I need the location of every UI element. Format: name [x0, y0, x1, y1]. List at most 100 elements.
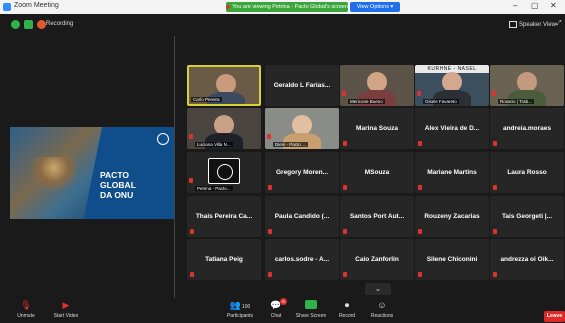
name-tile[interactable]: Laura Rosso [490, 152, 564, 193]
speaker-view-icon [509, 20, 517, 28]
participant-name: Alex Vieira de D... [424, 125, 480, 132]
reactions-label: Reactions [370, 313, 394, 319]
recording-icon [37, 20, 46, 29]
participant-name: Gisele Favareto [423, 99, 459, 104]
participant-name: Gregory Moren... [275, 169, 328, 176]
participant-name: carlos.sodre - A... [274, 256, 330, 263]
name-tile[interactable]: Silene Chiconini [415, 239, 489, 280]
muted-mic-icon [343, 141, 347, 146]
name-tile[interactable]: Mariane Martins [415, 152, 489, 193]
participant-name: Rosario | Trab... [498, 99, 534, 104]
un-assembly-photo [10, 127, 102, 219]
shared-screen-title-line: PACTO [100, 170, 129, 180]
panel-divider[interactable] [174, 36, 175, 298]
name-tile[interactable]: Thais Pereira Ca... [187, 196, 261, 237]
muted-mic-icon [343, 185, 347, 190]
name-tile[interactable]: Caio Zanforlin [340, 239, 414, 280]
minimize-button[interactable]: – [513, 1, 517, 10]
participant-name: Paula Candido (... [274, 213, 330, 220]
next-page-chevron-button[interactable]: ⌄ [365, 283, 391, 295]
video-tile[interactable]: Mericone Bueno [340, 65, 414, 106]
reactions-icon: ☺ [377, 300, 387, 310]
video-tile[interactable]: KURHNE - NASEL Gisele Favareto [415, 65, 489, 106]
meeting-info-icon[interactable] [11, 20, 20, 29]
muted-mic-icon [418, 229, 422, 234]
share-banner-text: You are viewing Petrina - Pacto Global's… [232, 4, 348, 10]
muted-mic-icon [493, 229, 497, 234]
participant-name: Mariane Martins [427, 169, 477, 176]
start-video-button[interactable]: ▶ Start Video [44, 300, 88, 322]
video-tile[interactable]: Carlo Pereira [187, 65, 261, 106]
view-options-label: View Options [356, 4, 389, 10]
muted-mic-icon [268, 229, 272, 234]
maximize-button[interactable]: ▢ [531, 1, 539, 10]
participant-name: Luciana Villa N... [195, 142, 233, 147]
participant-name: Dieni - Pacto ... [273, 142, 308, 147]
participant-name: Thais Pereira Ca... [195, 213, 253, 220]
participant-video [292, 115, 312, 135]
muted-mic-icon [493, 185, 497, 190]
muted-mic-icon [418, 272, 422, 277]
participant-video [517, 72, 537, 92]
close-button[interactable]: ✕ [550, 1, 557, 10]
muted-mic-icon [190, 272, 194, 277]
screen-share-banner: You are viewing Petrina - Pacto Global's… [226, 2, 348, 12]
participant-name: Marina Souza [356, 125, 398, 132]
participant-name: Laura Rosso [507, 169, 547, 176]
name-tile[interactable]: Paula Candido (... [265, 196, 339, 237]
participant-name: Carlo Pereira [191, 97, 222, 102]
name-tile[interactable]: Gregory Moren... [265, 152, 339, 193]
shared-screen-title: PACTO GLOBAL DA ONU [100, 170, 136, 200]
muted-mic-icon [418, 185, 422, 190]
name-tile[interactable]: Santos Port Aut... [340, 196, 414, 237]
muted-mic-icon [189, 134, 193, 139]
video-tile[interactable]: Petrina - Pacto... [187, 152, 261, 193]
meeting-status-bar: Recording Speaker View ⤢ [0, 14, 565, 36]
name-tile[interactable]: Marina Souza [340, 108, 414, 149]
name-tile[interactable]: MSouza [340, 152, 414, 193]
video-tile[interactable]: Rosario | Trab... [490, 65, 564, 106]
muted-mic-icon [418, 141, 422, 146]
name-tile[interactable]: carlos.sodre - A... [265, 239, 339, 280]
muted-mic-icon [343, 229, 347, 234]
participants-count: 100 [241, 304, 251, 310]
participant-video [367, 72, 387, 92]
video-tile[interactable]: Dieni - Pacto ... [265, 108, 339, 149]
speaker-view-label: Speaker View [519, 22, 556, 28]
video-tile[interactable]: Luciana Villa N... [187, 108, 261, 149]
participant-video [216, 74, 236, 94]
participant-name: Tais Georgeti |... [501, 213, 553, 220]
name-tile[interactable]: Geraldo L Farias... [265, 65, 339, 106]
pacto-global-logo-icon [208, 158, 240, 184]
encryption-shield-icon[interactable] [24, 20, 33, 29]
name-tile[interactable]: andrezza oi Oik... [490, 239, 564, 280]
unmute-label: Unmute [17, 313, 35, 319]
leave-button[interactable]: Leave [544, 311, 565, 322]
name-tile[interactable]: andreia.moraes [490, 108, 564, 149]
name-tile[interactable]: Tatiana Peig [187, 239, 261, 280]
name-tile[interactable]: Rouzeny Zacarias [415, 196, 489, 237]
muted-microphone-icon: 🎙 [20, 300, 32, 310]
video-off-icon: ▶ [62, 300, 70, 310]
unmute-button[interactable]: 🎙 Unmute [4, 300, 48, 322]
muted-mic-icon [492, 91, 496, 96]
reactions-button[interactable]: ☺ Reactions [360, 300, 404, 322]
speaker-view-button[interactable]: Speaker View [509, 20, 556, 30]
muted-mic-icon [190, 229, 194, 234]
shared-screen-title-line: GLOBAL [100, 180, 136, 190]
participant-name: andrezza oi Oik... [500, 256, 554, 263]
participant-name: Rouzeny Zacarias [424, 213, 480, 220]
participant-video [442, 72, 462, 92]
muted-mic-icon [189, 178, 193, 183]
name-tile[interactable]: Tais Georgeti |... [490, 196, 564, 237]
view-options-button[interactable]: View Options ▾ [350, 2, 400, 12]
muted-mic-icon [268, 272, 272, 277]
fullscreen-icon[interactable]: ⤢ [556, 20, 562, 28]
shared-screen-content: PACTO GLOBAL DA ONU [10, 127, 174, 219]
participant-name: andreia.moraes [502, 125, 552, 132]
start-video-label: Start Video [53, 313, 79, 319]
participant-video [214, 115, 234, 135]
name-tile[interactable]: Alex Vieira de D... [415, 108, 489, 149]
title-bar: Zoom Meeting You are viewing Petrina - P… [0, 0, 565, 14]
muted-mic-icon [417, 91, 421, 96]
